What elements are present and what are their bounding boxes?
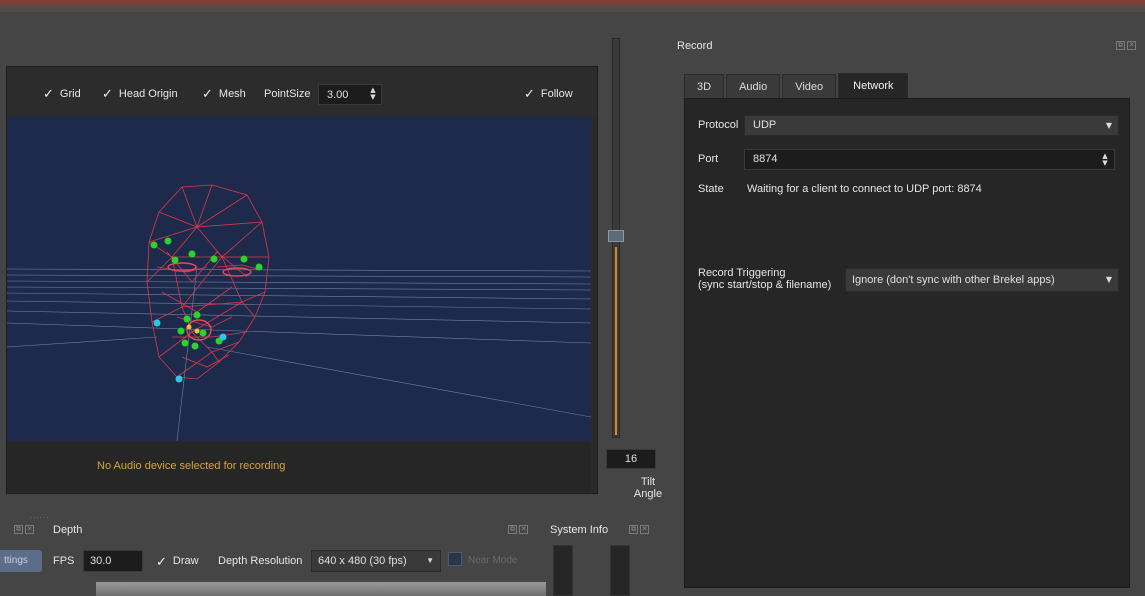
point-size-label: PointSize	[264, 88, 311, 100]
mesh-checkbox[interactable]: ✓ Mesh	[202, 86, 246, 102]
check-icon: ✓	[156, 555, 167, 570]
near-mode-checkbox[interactable]	[448, 552, 462, 566]
record-panel-title: Record	[677, 40, 713, 52]
3d-scene-view[interactable]	[7, 117, 591, 441]
protocol-select[interactable]: UDP ▼	[744, 115, 1119, 136]
tab-audio[interactable]: Audio	[726, 74, 781, 98]
point-size-spinbox[interactable]: 3.00 ▲ ▼	[318, 84, 382, 105]
check-icon: ✓	[102, 86, 113, 102]
tilt-angle-label: Tilt Angle	[633, 476, 663, 500]
float-icon[interactable]: ⧉	[629, 525, 638, 534]
depth-preview-image	[96, 582, 546, 596]
close-icon[interactable]: ✕	[640, 525, 649, 534]
depth-right-dock-buttons: ⧉ ✕	[508, 525, 528, 534]
spinner-arrows-icon[interactable]: ▲ ▼	[1100, 153, 1110, 167]
head-origin-checkbox[interactable]: ✓ Head Origin	[102, 86, 178, 102]
window-top-strip	[0, 0, 1145, 12]
port-input[interactable]: 8874 ▲ ▼	[744, 149, 1115, 170]
chevron-down-icon: ▼	[426, 556, 434, 565]
depth-panel-title: Depth	[53, 524, 83, 536]
grid-checkbox[interactable]: ✓ Grid	[43, 86, 81, 102]
float-icon[interactable]: ⧉	[508, 525, 517, 534]
tilt-angle-value[interactable]: 16	[606, 449, 656, 469]
tab-video[interactable]: Video	[782, 74, 837, 98]
check-icon: ✓	[202, 86, 213, 102]
head-mesh-render	[7, 184, 591, 441]
check-icon: ✓	[524, 86, 535, 102]
panel-resize-handle[interactable]: ......	[30, 511, 49, 520]
near-mode-label: Near Mode	[468, 555, 518, 566]
yellow-landmarks	[186, 324, 200, 334]
tab-network[interactable]: Network	[838, 73, 909, 98]
audio-warning-message: No Audio device selected for recording	[97, 460, 286, 472]
depth-resolution-label: Depth Resolution	[218, 555, 303, 567]
network-tab-content	[684, 98, 1130, 588]
spinner-arrows-icon[interactable]: ▲ ▼	[368, 87, 378, 101]
viewport-toolbar: ✓ Grid ✓ Head Origin ✓ Mesh PointSize 3.…	[7, 67, 597, 117]
close-icon[interactable]: ✕	[25, 525, 34, 534]
close-icon[interactable]: ✕	[519, 525, 528, 534]
draw-checkbox[interactable]: ✓ Draw	[156, 555, 199, 570]
floor-grid	[7, 266, 591, 441]
tab-3d[interactable]: 3D	[684, 74, 725, 98]
viewport-panel: ✓ Grid ✓ Head Origin ✓ Mesh PointSize 3.…	[6, 66, 598, 494]
settings-tab[interactable]: ttings	[0, 550, 42, 572]
chevron-down-icon: ▼	[1105, 275, 1112, 284]
fps-label: FPS	[53, 555, 75, 567]
follow-checkbox[interactable]: ✓ Follow	[524, 86, 573, 102]
check-icon: ✓	[43, 86, 54, 102]
system-info-meter	[553, 545, 573, 596]
fps-input[interactable]: 30.0	[83, 550, 143, 572]
depth-dock-buttons: ⧉ ✕	[14, 525, 34, 534]
protocol-label: Protocol	[698, 119, 739, 131]
record-triggering-select[interactable]: Ignore (don't sync with other Brekel app…	[845, 268, 1119, 292]
float-icon[interactable]: ⧉	[1116, 41, 1125, 50]
system-info-dock-buttons: ⧉ ✕	[629, 525, 649, 534]
depth-resolution-select[interactable]: 640 x 480 (30 fps) ▼	[311, 550, 441, 572]
port-label: Port	[698, 153, 719, 165]
system-info-title: System Info	[550, 524, 609, 536]
close-icon[interactable]: ✕	[1127, 41, 1136, 50]
audio-status-area: No Audio device selected for recording	[7, 442, 591, 492]
chevron-down-icon: ▼	[1105, 121, 1112, 130]
tilt-slider-handle[interactable]	[608, 230, 624, 242]
record-triggering-label: Record Triggering (sync start/stop & fil…	[698, 267, 832, 291]
float-icon[interactable]: ⧉	[14, 525, 23, 534]
state-value: Waiting for a client to connect to UDP p…	[747, 183, 982, 195]
record-dock-buttons: ⧉ ✕	[1116, 41, 1136, 50]
state-label: State	[698, 183, 724, 195]
tilt-slider-fill	[615, 247, 617, 435]
system-info-meter	[610, 545, 630, 596]
record-tabs: 3D Audio Video Network	[684, 73, 910, 98]
